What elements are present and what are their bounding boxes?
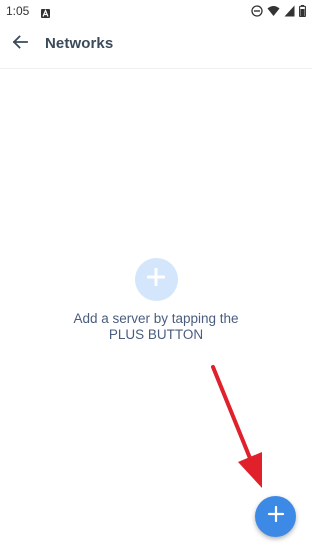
status-icons	[251, 4, 306, 22]
plus-icon	[267, 505, 285, 528]
empty-state-icon	[134, 258, 178, 301]
empty-state-line-1: Add a server by tapping the	[73, 311, 239, 326]
empty-state-message: Add a server by tapping the PLUS BUTTON	[0, 311, 312, 343]
add-server-button[interactable]	[255, 496, 296, 537]
wifi-icon	[267, 4, 280, 22]
empty-state-line-2: PLUS BUTTON	[108, 327, 204, 342]
plus-icon	[146, 267, 166, 291]
a-letter-icon	[41, 5, 50, 23]
do-not-disturb-icon	[251, 4, 263, 22]
battery-icon	[299, 4, 306, 22]
back-button[interactable]	[6, 30, 34, 58]
status-time: 1:05	[6, 4, 30, 18]
arrow-left-icon	[12, 34, 28, 55]
status-bar: 1:05	[0, 0, 312, 22]
page-title: Networks	[45, 35, 114, 52]
empty-state: Add a server by tapping the PLUS BUTTON	[0, 258, 312, 343]
app-bar: Networks	[0, 22, 312, 69]
cell-signal-icon	[284, 4, 295, 22]
